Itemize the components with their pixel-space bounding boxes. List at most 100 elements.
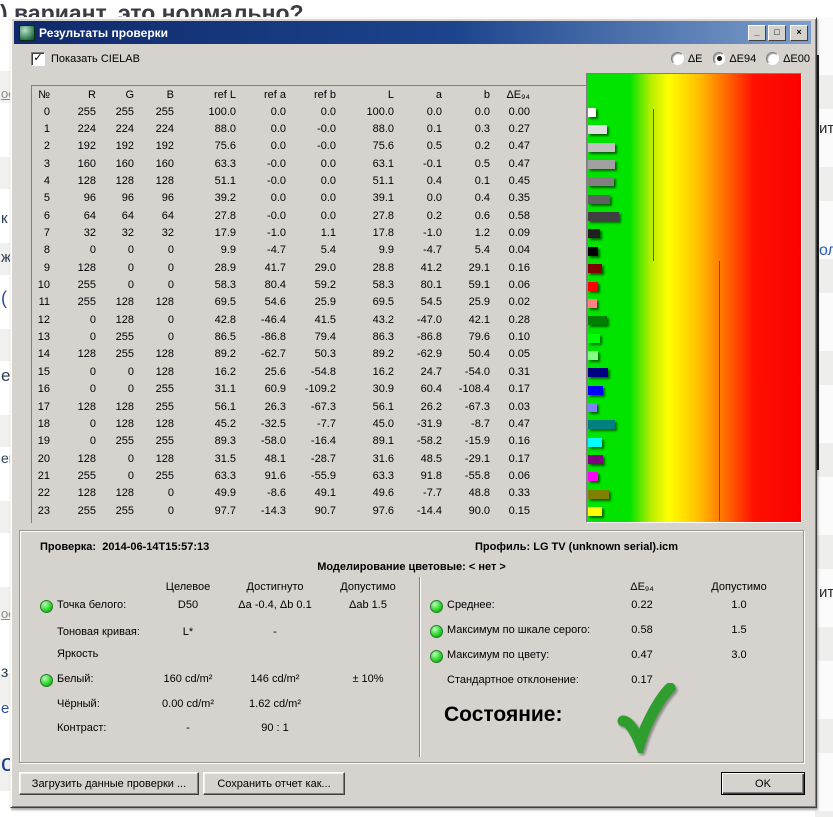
save-report-as-button[interactable]: Сохранить отчет как... bbox=[203, 772, 345, 795]
page-text-fragment: з bbox=[1, 664, 8, 682]
table-cell: 128 bbox=[138, 453, 178, 465]
table-cell: 12 bbox=[32, 314, 54, 326]
radio-δe94[interactable] bbox=[713, 52, 726, 65]
table-cell: 54.6 bbox=[240, 296, 290, 308]
table-cell: 60.4 bbox=[398, 383, 446, 395]
table-cell: 88.0 bbox=[178, 123, 240, 135]
table-cell: 0.09 bbox=[494, 227, 534, 239]
table-cell: 128 bbox=[138, 175, 178, 187]
table-cell: 4 bbox=[32, 175, 54, 187]
table-cell: 5.4 bbox=[290, 244, 340, 256]
summary-row-label: Максимум по цвету: bbox=[447, 649, 549, 661]
table-cell: 51.1 bbox=[340, 175, 398, 187]
status-ok-checkmark-icon bbox=[615, 683, 677, 753]
table-cell: -54.0 bbox=[446, 366, 494, 378]
summary-row-label: Тоновая кривая: bbox=[57, 626, 140, 638]
table-cell: -62.7 bbox=[240, 348, 290, 360]
radio-δe[interactable] bbox=[671, 52, 684, 65]
window-title: Результаты проверки bbox=[39, 26, 746, 40]
table-cell: 88.0 bbox=[340, 123, 398, 135]
summary-value: 0.47 bbox=[631, 649, 652, 661]
table-cell: -55.8 bbox=[446, 470, 494, 482]
table-cell: -55.9 bbox=[290, 470, 340, 482]
table-row: 19025525589.3-58.0-16.489.1-58.2-15.90.1… bbox=[32, 433, 588, 450]
summary-value: 1.62 cd/m² bbox=[249, 698, 301, 710]
table-cell: 255 bbox=[54, 505, 100, 517]
summary-value: 3.0 bbox=[731, 649, 746, 661]
table-cell: 0 bbox=[54, 314, 100, 326]
table-cell: 0 bbox=[100, 244, 138, 256]
close-button[interactable]: × bbox=[790, 25, 808, 41]
summary-value: - bbox=[186, 722, 190, 734]
table-row: 732323217.9-1.01.117.8-1.01.20.09 bbox=[32, 224, 588, 241]
table-cell: -47.0 bbox=[398, 314, 446, 326]
table-cell: 128 bbox=[138, 418, 178, 430]
table-cell: 0 bbox=[138, 262, 178, 274]
table-row: 122422422488.00.0-0.088.00.10.30.27 bbox=[32, 120, 588, 137]
table-cell: 13 bbox=[32, 331, 54, 343]
table-cell: 0 bbox=[54, 418, 100, 430]
table-cell: 128 bbox=[54, 348, 100, 360]
summary-value: Δa -0.4, Δb 0.1 bbox=[238, 599, 311, 611]
table-row: 22128128049.9-8.649.149.6-7.748.80.33 bbox=[32, 485, 588, 502]
table-cell: 0.06 bbox=[494, 279, 534, 291]
status-ok-dot bbox=[40, 674, 53, 687]
minimize-button[interactable]: _ bbox=[748, 25, 766, 41]
summary-row-label: Стандартное отклонение: bbox=[447, 674, 579, 686]
table-cell: 255 bbox=[138, 435, 178, 447]
table-cell: 79.6 bbox=[446, 331, 494, 343]
table-cell: 0.0 bbox=[290, 192, 340, 204]
table-cell: 0 bbox=[138, 314, 178, 326]
table-cell: 39.1 bbox=[340, 192, 398, 204]
table-cell: 0 bbox=[54, 435, 100, 447]
table-cell: 48.5 bbox=[398, 453, 446, 465]
table-cell: 255 bbox=[138, 401, 178, 413]
summary-panel: Проверка: 2014-06-14T15:57:13 Профиль: L… bbox=[19, 530, 804, 763]
maximize-button[interactable]: □ bbox=[768, 25, 786, 41]
table-cell: 0.0 bbox=[398, 192, 446, 204]
table-cell: 0 bbox=[100, 470, 138, 482]
table-cell: 0.33 bbox=[494, 487, 534, 499]
summary-value: 1.0 bbox=[731, 599, 746, 611]
table-cell: 0.0 bbox=[240, 192, 290, 204]
delta-e-bar bbox=[588, 386, 603, 395]
title-bar[interactable]: Результаты проверки _ □ × bbox=[14, 21, 811, 44]
table-cell: 90.7 bbox=[290, 505, 340, 517]
table-cell: 0.04 bbox=[494, 244, 534, 256]
delta-e-bar bbox=[588, 125, 607, 134]
table-cell: 0.10 bbox=[494, 331, 534, 343]
app-icon bbox=[19, 25, 35, 41]
table-cell: 255 bbox=[100, 435, 138, 447]
checkbox-checkmark-icon[interactable]: ✓ bbox=[31, 52, 45, 66]
page-text-fragment: ос bbox=[1, 86, 10, 101]
table-cell: 91.8 bbox=[398, 470, 446, 482]
table-cell: 23 bbox=[32, 505, 54, 517]
table-cell: 0.1 bbox=[446, 175, 494, 187]
table-cell: -4.7 bbox=[398, 244, 446, 256]
table-row: 160025531.160.9-109.230.960.4-108.40.17 bbox=[32, 381, 588, 398]
table-cell: 90.0 bbox=[446, 505, 494, 517]
show-cielab-checkbox[interactable]: ✓ Показать CIELAB bbox=[31, 52, 140, 66]
table-cell: 255 bbox=[100, 106, 138, 118]
table-cell: 0 bbox=[138, 331, 178, 343]
table-row: 316016016063.3-0.00.063.1-0.10.50.47 bbox=[32, 155, 588, 172]
delta-e-bar bbox=[588, 403, 597, 412]
radio-label-δe00: ΔE00 bbox=[783, 53, 810, 65]
delta-e-bar bbox=[588, 229, 600, 238]
load-check-data-button[interactable]: Загрузить данные проверки ... bbox=[19, 772, 199, 795]
radio-δe00[interactable] bbox=[766, 52, 779, 65]
table-cell: 0.31 bbox=[494, 366, 534, 378]
table-cell: 19 bbox=[32, 435, 54, 447]
table-cell: 128 bbox=[54, 175, 100, 187]
table-cell: 255 bbox=[138, 470, 178, 482]
table-row: 1712812825556.126.3-67.356.126.2-67.30.0… bbox=[32, 398, 588, 415]
ok-button[interactable]: OK bbox=[721, 772, 805, 795]
table-cell: -4.7 bbox=[240, 244, 290, 256]
table-header-cell: ref a bbox=[240, 89, 290, 101]
table-cell: 17 bbox=[32, 401, 54, 413]
table-cell: 0.45 bbox=[494, 175, 534, 187]
table-cell: 0 bbox=[100, 453, 138, 465]
table-cell: 59.1 bbox=[446, 279, 494, 291]
table-cell: 28.8 bbox=[340, 262, 398, 274]
table-cell: 100.0 bbox=[178, 106, 240, 118]
